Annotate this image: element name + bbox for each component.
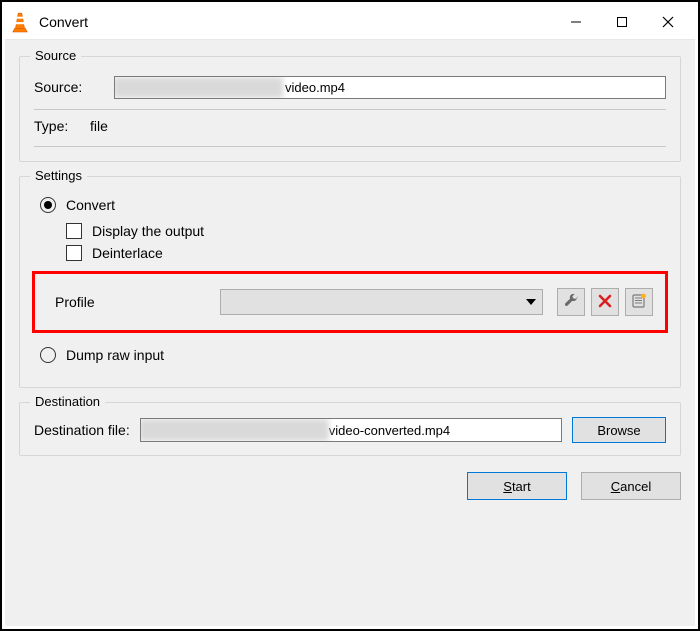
start-button[interactable]: Start xyxy=(467,472,567,500)
obscured-path-prefix xyxy=(140,419,329,441)
display-output-label: Display the output xyxy=(92,223,204,239)
cancel-button[interactable]: Cancel xyxy=(581,472,681,500)
vlc-cone-icon xyxy=(11,12,31,32)
source-label: Source: xyxy=(34,79,114,95)
display-output-checkbox[interactable]: Display the output xyxy=(66,223,666,239)
wrench-icon xyxy=(563,293,579,312)
browse-button-label: Browse xyxy=(597,423,640,438)
settings-group: Settings Convert Display the output Dein… xyxy=(19,176,681,388)
checkbox-unchecked-icon xyxy=(66,245,82,261)
delete-profile-button[interactable] xyxy=(591,288,619,316)
close-button[interactable] xyxy=(645,5,691,39)
deinterlace-checkbox[interactable]: Deinterlace xyxy=(66,245,666,261)
profile-label: Profile xyxy=(55,294,220,310)
new-profile-button[interactable] xyxy=(625,288,653,316)
source-group: Source Source: video.mp4 Type: file xyxy=(19,56,681,162)
destination-file-field[interactable]: video-converted.mp4 xyxy=(140,418,562,442)
minimize-button[interactable] xyxy=(553,5,599,39)
window-title: Convert xyxy=(39,14,88,30)
source-path-field[interactable]: video.mp4 xyxy=(114,76,666,99)
edit-profile-button[interactable] xyxy=(557,288,585,316)
dialog-body: Source Source: video.mp4 Type: file Sett… xyxy=(5,39,695,626)
settings-group-title: Settings xyxy=(30,168,87,183)
radio-selected-icon xyxy=(40,197,56,213)
convert-window: Convert Source Source: video.mp4 xyxy=(0,0,700,631)
dump-raw-input-radio[interactable]: Dump raw input xyxy=(40,347,666,363)
start-button-label: Start xyxy=(503,479,530,494)
profile-row-highlight: Profile xyxy=(32,271,668,333)
divider xyxy=(34,146,666,147)
radio-unselected-icon xyxy=(40,347,56,363)
profile-dropdown[interactable] xyxy=(220,289,543,315)
cancel-button-label: Cancel xyxy=(611,479,651,494)
new-profile-icon xyxy=(631,293,647,312)
titlebar: Convert xyxy=(5,5,695,39)
chevron-down-icon xyxy=(526,299,536,305)
delete-x-icon xyxy=(598,294,612,311)
deinterlace-label: Deinterlace xyxy=(92,245,163,261)
convert-radio[interactable]: Convert xyxy=(40,197,666,213)
source-group-title: Source xyxy=(30,48,81,63)
destination-path-visible: video-converted.mp4 xyxy=(329,423,450,438)
destination-file-label: Destination file: xyxy=(34,422,130,438)
browse-button[interactable]: Browse xyxy=(572,417,666,443)
maximize-button[interactable] xyxy=(599,5,645,39)
destination-group: Destination Destination file: video-conv… xyxy=(19,402,681,456)
destination-group-title: Destination xyxy=(30,394,105,409)
divider xyxy=(34,109,666,110)
dump-raw-input-label: Dump raw input xyxy=(66,347,164,363)
checkbox-unchecked-icon xyxy=(66,223,82,239)
source-path-visible: video.mp4 xyxy=(283,80,345,95)
obscured-path-prefix xyxy=(114,77,283,98)
type-value: file xyxy=(90,118,108,134)
convert-radio-label: Convert xyxy=(66,197,115,213)
type-label: Type: xyxy=(34,118,90,134)
footer-buttons: Start Cancel xyxy=(19,472,681,500)
